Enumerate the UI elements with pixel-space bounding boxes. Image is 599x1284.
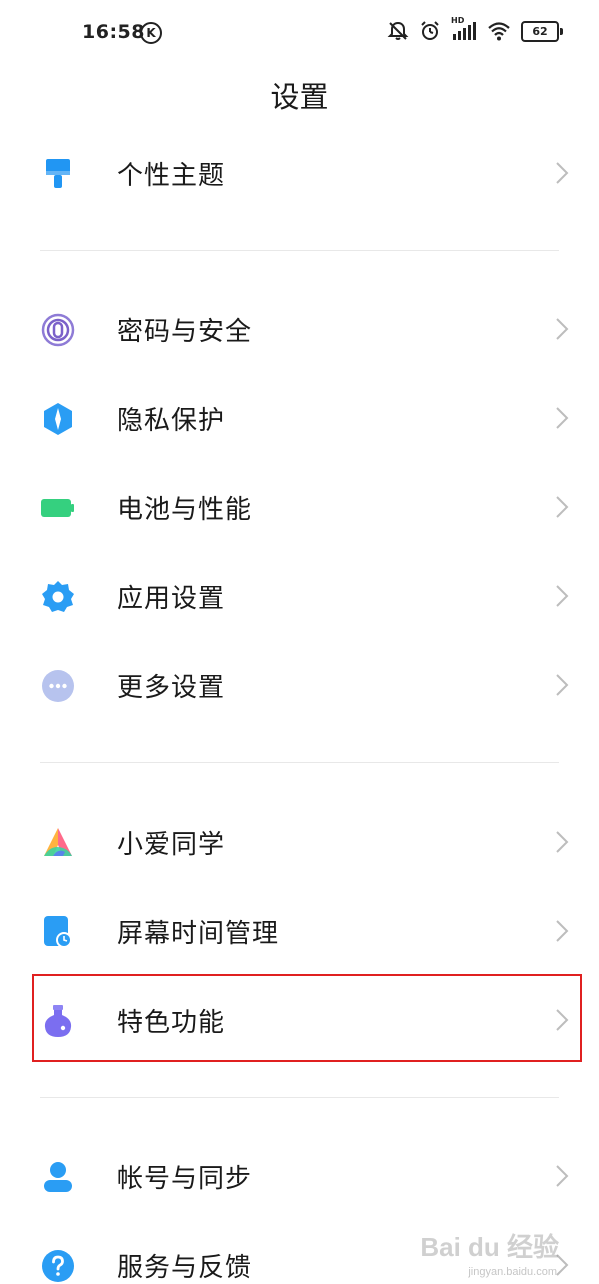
chevron-right-icon [555,584,569,608]
more-settings-icon [41,669,75,703]
battery-performance-icon [41,491,75,525]
settings-item-label: 密码与安全 [117,317,253,347]
status-icons: HD 62 [387,16,563,42]
settings-item-label: 应用设置 [117,584,226,614]
settings-item-label: 服务与反馈 [117,1253,253,1283]
battery-icon: 62 [521,20,563,42]
k-badge-icon: K [140,22,162,44]
settings-item-label: 屏幕时间管理 [117,919,280,949]
watermark-url: jingyan.baidu.com [468,1266,557,1278]
app-settings-gear-icon [41,580,75,614]
screen-time-icon [41,915,75,949]
bell-off-icon [387,20,409,42]
settings-item-privacy[interactable]: 隐私保护 [0,378,599,458]
settings-item-screen-time[interactable]: 屏幕时间管理 [0,891,599,971]
chevron-right-icon [555,830,569,854]
section-divider [40,1097,559,1098]
settings-item-label: 小爱同学 [117,830,226,860]
settings-item-account-sync[interactable]: 帐号与同步 [0,1136,599,1216]
alarm-icon [419,20,441,42]
settings-item-label: 帐号与同步 [117,1164,253,1194]
chevron-right-icon [555,495,569,519]
baidu-watermark: Bai du 经验 [420,1232,559,1262]
settings-item-more-settings[interactable]: 更多设置 [0,645,599,725]
page-title: 设置 [270,80,329,114]
chevron-right-icon [555,406,569,430]
settings-screen: 16:58 K HD 62 设置 个性主题 密码与安全 隐私保护 电池与性能 应… [0,0,599,1284]
service-feedback-icon [41,1249,75,1283]
xiaoai-icon [41,826,75,860]
settings-item-xiaoai[interactable]: 小爱同学 [0,802,599,882]
chevron-right-icon [555,673,569,697]
status-time: 16:58 [82,21,145,43]
wifi-icon [487,20,511,42]
account-sync-icon [41,1160,75,1194]
status-bar: 16:58 K HD 62 [0,0,599,66]
settings-item-theme[interactable]: 个性主题 [0,133,599,213]
signal-icon: HD [451,16,477,42]
settings-item-battery-performance[interactable]: 电池与性能 [0,467,599,547]
settings-item-label: 更多设置 [117,673,226,703]
privacy-shield-icon [41,402,75,436]
chevron-right-icon [555,161,569,185]
chevron-right-icon [555,1164,569,1188]
settings-item-password-security[interactable]: 密码与安全 [0,289,599,369]
settings-item-label: 隐私保护 [117,406,226,436]
chevron-right-icon [555,317,569,341]
fingerprint-icon [41,313,75,347]
settings-item-label: 个性主题 [117,161,226,191]
hd-label: HD [451,16,465,25]
theme-brush-icon [41,157,75,191]
settings-item-label: 电池与性能 [117,495,253,525]
highlight-box [32,974,582,1062]
settings-item-app-settings[interactable]: 应用设置 [0,556,599,636]
section-divider [40,762,559,763]
section-divider [40,250,559,251]
chevron-right-icon [555,919,569,943]
